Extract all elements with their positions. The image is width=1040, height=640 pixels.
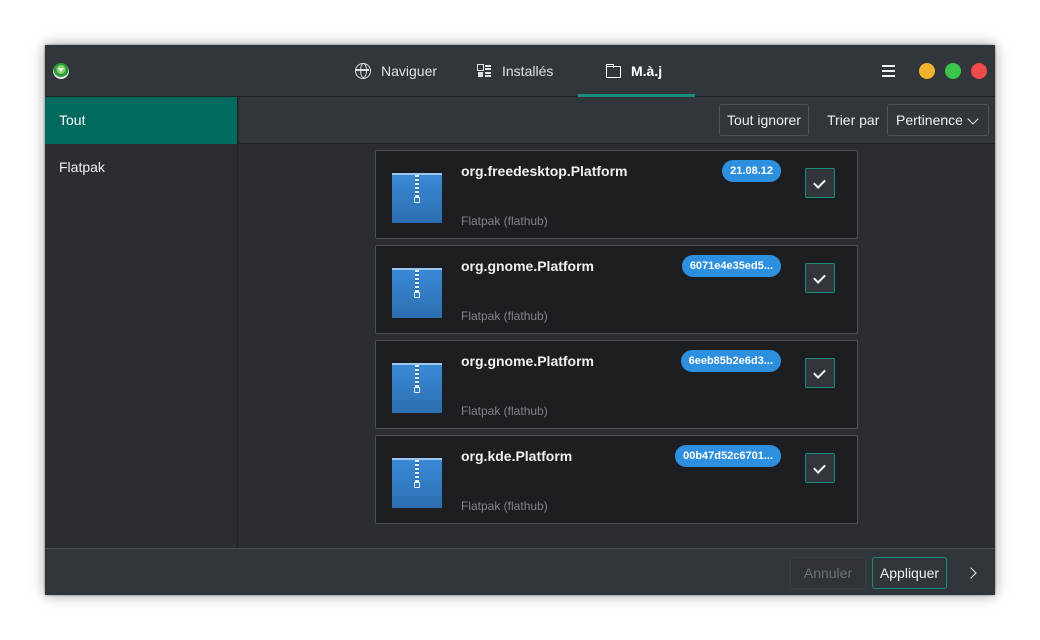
folder-update-icon	[605, 63, 621, 79]
sort-label: Trier par	[827, 112, 880, 128]
update-list: org.freedesktop.Platform 21.08.12 Flatpa…	[239, 145, 995, 548]
ignore-all-button[interactable]: Tout ignorer	[719, 104, 809, 136]
sidebar: Tout Flatpak	[45, 97, 238, 548]
tab-installes[interactable]: Installés	[476, 45, 553, 97]
package-archive-icon	[392, 363, 442, 413]
update-checkbox[interactable]	[805, 358, 835, 388]
updates-toolbar: Tout ignorer Trier par Pertinence	[239, 97, 995, 144]
minimize-button[interactable]	[919, 63, 935, 79]
close-button[interactable]	[971, 63, 987, 79]
tab-naviguer[interactable]: Naviguer	[355, 45, 437, 97]
header-bar: Naviguer Installés M.à.j	[45, 45, 995, 97]
package-name: org.gnome.Platform	[461, 353, 595, 369]
tab-label: Naviguer	[381, 63, 438, 79]
app-logo-icon	[53, 63, 69, 79]
chevron-right-icon[interactable]	[965, 567, 977, 579]
package-source: Flatpak (flathub)	[461, 309, 548, 323]
sort-value: Pertinence	[896, 112, 963, 128]
apply-button[interactable]: Appliquer	[872, 557, 947, 589]
tab-label: M.à.j	[631, 63, 663, 79]
package-name: org.freedesktop.Platform	[461, 163, 628, 179]
package-archive-icon	[392, 458, 442, 508]
sort-combobox[interactable]: Pertinence	[887, 104, 989, 136]
package-archive-icon	[392, 173, 442, 223]
globe-icon	[355, 63, 371, 79]
footer-bar: Annuler Appliquer	[45, 548, 995, 595]
tab-label: Installés	[502, 63, 554, 79]
update-item[interactable]: org.gnome.Platform 6071e4e35ed5... Flatp…	[375, 245, 858, 334]
list-icon	[476, 63, 492, 79]
package-archive-icon	[392, 268, 442, 318]
version-badge: 6071e4e35ed5...	[681, 255, 781, 277]
sidebar-item-tout[interactable]: Tout	[45, 97, 237, 144]
discover-window: Naviguer Installés M.à.j Tout Flatpak To…	[45, 45, 995, 595]
package-name: org.gnome.Platform	[461, 258, 595, 274]
update-checkbox[interactable]	[805, 263, 835, 293]
hamburger-menu-icon[interactable]	[882, 65, 895, 77]
maximize-button[interactable]	[945, 63, 961, 79]
update-item[interactable]: org.gnome.Platform 6eeb85b2e6d3... Flatp…	[375, 340, 858, 429]
update-checkbox[interactable]	[805, 168, 835, 198]
version-badge: 21.08.12	[722, 160, 781, 182]
update-checkbox[interactable]	[805, 453, 835, 483]
update-item[interactable]: org.kde.Platform 00b47d52c6701... Flatpa…	[375, 435, 858, 524]
tab-updates[interactable]: M.à.j	[605, 45, 662, 97]
package-source: Flatpak (flathub)	[461, 499, 548, 513]
version-badge: 6eeb85b2e6d3...	[680, 350, 781, 372]
update-item[interactable]: org.freedesktop.Platform 21.08.12 Flatpa…	[375, 150, 858, 239]
package-source: Flatpak (flathub)	[461, 214, 548, 228]
cancel-button[interactable]: Annuler	[790, 557, 866, 589]
package-source: Flatpak (flathub)	[461, 404, 548, 418]
version-badge: 00b47d52c6701...	[675, 445, 781, 467]
chevron-down-icon	[967, 113, 979, 125]
sidebar-item-flatpak[interactable]: Flatpak	[45, 144, 237, 191]
package-name: org.kde.Platform	[461, 448, 573, 464]
